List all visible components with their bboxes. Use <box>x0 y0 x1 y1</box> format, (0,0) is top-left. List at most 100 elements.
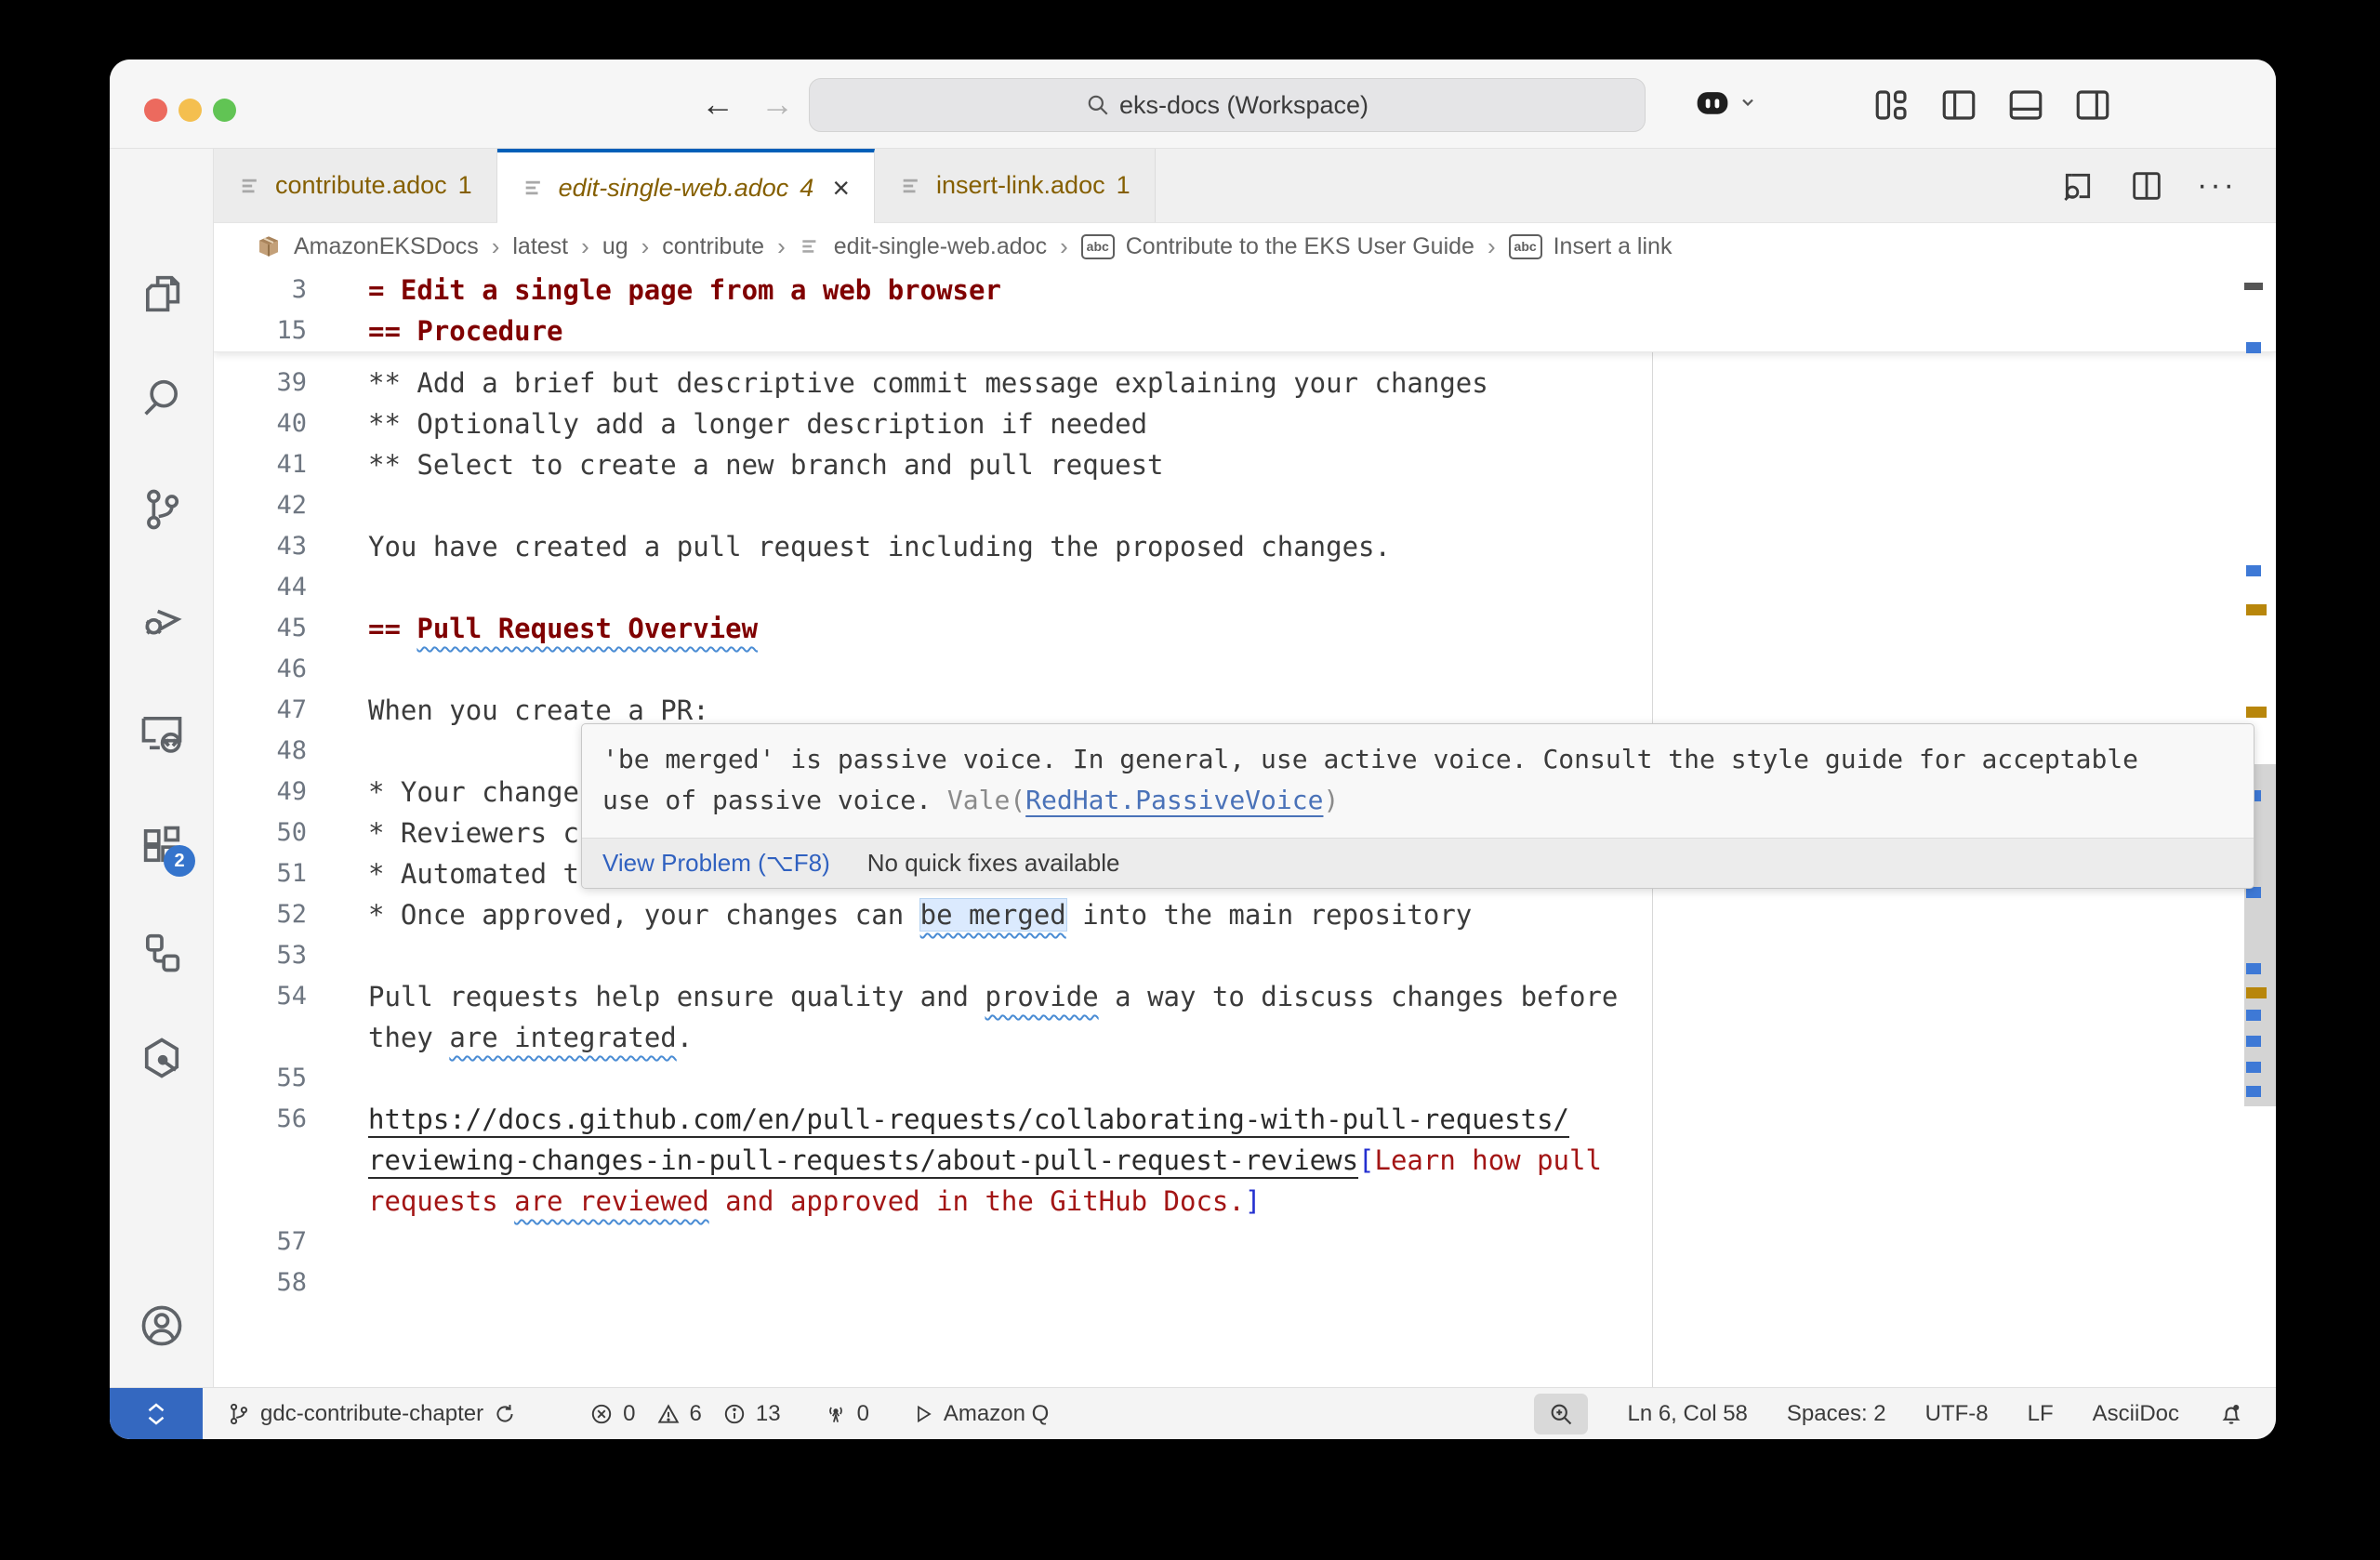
diagnostic-hover-tooltip: 'be merged' is passive voice. In general… <box>581 723 2254 889</box>
extensions-icon[interactable]: 2 <box>138 821 186 869</box>
tab-insert-link-adoc[interactable]: insert-link.adoc 1 <box>875 149 1156 222</box>
code-line[interactable]: 39 ** Add a brief but descriptive commit … <box>214 363 2276 403</box>
breadcrumb-item[interactable]: AmazonEKSDocs <box>294 233 479 260</box>
ports-status-item[interactable]: 0 <box>824 1401 869 1427</box>
vscode-window: ← → eks-docs (Workspace) <box>110 59 2276 1439</box>
breadcrumb-item[interactable]: ug <box>602 233 628 260</box>
breadcrumb-separator: › <box>777 232 786 261</box>
no-quick-fixes-label: No quick fixes available <box>867 849 1120 878</box>
code-line[interactable]: 43You have created a pull request includ… <box>214 526 2276 567</box>
code-segment: a way to discuss changes before <box>1099 981 1619 1012</box>
chevron-down-icon <box>1739 93 1757 112</box>
accounts-icon[interactable] <box>138 1302 186 1350</box>
close-tab-icon[interactable]: × <box>832 171 850 205</box>
navigate-forward-button[interactable]: → <box>760 82 794 126</box>
code-text: == Pull Request Overview <box>368 608 758 649</box>
breadcrumb-separator: › <box>492 232 500 261</box>
toggle-panel-icon[interactable] <box>2006 86 2045 125</box>
code-line[interactable]: 44 <box>214 567 2276 608</box>
notifications-bell-icon[interactable] <box>2218 1401 2244 1427</box>
breadcrumb-item[interactable]: Insert a link <box>1554 233 1673 260</box>
view-problem-action[interactable]: View Problem (⌥F8) <box>602 849 830 878</box>
remote-indicator-button[interactable] <box>110 1388 203 1439</box>
line-number: 48 <box>214 731 307 772</box>
split-editor-icon[interactable] <box>2128 167 2165 205</box>
eol-item[interactable]: LF <box>2028 1401 2054 1427</box>
breadcrumb-item[interactable]: Contribute to the EKS User Guide <box>1126 233 1474 260</box>
code-line[interactable]: 3= Edit a single page from a web browser <box>214 270 2276 311</box>
zoom-status-item[interactable] <box>1534 1394 1588 1434</box>
command-center-search[interactable]: eks-docs (Workspace) <box>809 78 1646 132</box>
editor-pane[interactable]: ~~~~~~~~~~~~~ 39** Add a brief but descr… <box>214 270 2276 1387</box>
tab-edit-single-web-adoc[interactable]: edit-single-web.adoc 4 × <box>497 149 875 223</box>
code-line[interactable]: 55 <box>214 1058 2276 1099</box>
code-line[interactable]: 57 <box>214 1222 2276 1263</box>
breadcrumb-item[interactable]: edit-single-web.adoc <box>834 233 1047 260</box>
encoding-item[interactable]: UTF-8 <box>1925 1401 1989 1427</box>
source-control-icon[interactable] <box>138 485 186 534</box>
sync-icon <box>493 1402 517 1426</box>
open-preview-icon[interactable] <box>2059 167 2096 205</box>
search-view-icon[interactable] <box>138 374 186 422</box>
code-line[interactable]: 45== Pull Request Overview <box>214 608 2276 649</box>
breadcrumb-separator: › <box>581 232 589 261</box>
line-number: 43 <box>214 526 307 567</box>
mac-close-button[interactable] <box>144 99 167 122</box>
copilot-menu[interactable] <box>1692 84 1757 121</box>
code-line[interactable]: 41** Select to create a new branch and p… <box>214 444 2276 485</box>
hover-actions: View Problem (⌥F8) No quick fixes availa… <box>582 838 2254 888</box>
mac-zoom-button[interactable] <box>213 99 236 122</box>
symbol-abc-icon: abc <box>1081 234 1115 259</box>
cursor-position-item[interactable]: Ln 6, Col 58 <box>1627 1401 1747 1427</box>
breadcrumb-item[interactable]: contribute <box>662 233 764 260</box>
code-line[interactable]: 54Pull requests help ensure quality and … <box>214 976 2276 1017</box>
zoom-in-icon <box>1548 1401 1574 1427</box>
code-line[interactable]: 15== Procedure <box>214 311 2276 351</box>
tab-contribute-adoc[interactable]: contribute.adoc 1 <box>214 149 497 222</box>
code-text: ** Add a brief but descriptive commit me… <box>368 363 1488 403</box>
code-line[interactable]: 58 <box>214 1263 2276 1303</box>
navigate-back-button[interactable]: ← <box>701 82 734 126</box>
tab-label: edit-single-web.adoc <box>559 174 789 203</box>
code-line[interactable]: 52* Once approved, your changes can be m… <box>214 894 2276 935</box>
error-count: 0 <box>623 1401 635 1427</box>
toggle-primary-sidebar-icon[interactable] <box>1939 86 1978 125</box>
sticky-scroll[interactable]: 3= Edit a single page from a web browser… <box>214 270 2276 352</box>
line-number <box>214 1181 307 1222</box>
overview-mark <box>2246 1010 2261 1021</box>
more-actions-icon[interactable]: ··· <box>2197 167 2237 204</box>
line-number: 54 <box>214 976 307 1017</box>
customize-layout-icon[interactable] <box>1872 86 1911 125</box>
code-line[interactable]: requests are reviewed and approved in th… <box>214 1181 2276 1222</box>
code-line[interactable]: 53 <box>214 935 2276 976</box>
indentation-item[interactable]: Spaces: 2 <box>1787 1401 1886 1427</box>
code-text: they are integrated. <box>368 1017 693 1058</box>
amazon-q-status-item[interactable]: Amazon Q <box>912 1401 1049 1427</box>
code-line[interactable]: 40** Optionally add a longer description… <box>214 403 2276 444</box>
problems-status-item[interactable]: 0 6 13 <box>589 1401 780 1427</box>
tab-problems-badge: 4 <box>800 174 813 203</box>
code-line[interactable]: 46 <box>214 649 2276 690</box>
line-number: 39 <box>214 363 307 403</box>
code-segment: == Procedure <box>368 315 563 347</box>
explorer-icon[interactable] <box>138 270 186 318</box>
code-line[interactable]: they are integrated. <box>214 1017 2276 1058</box>
line-number: 58 <box>214 1263 307 1303</box>
branch-status-item[interactable]: gdc-contribute-chapter <box>227 1401 517 1427</box>
diagnostic-message-line1: 'be merged' is passive voice. In general… <box>602 739 2233 780</box>
toggle-secondary-sidebar-icon[interactable] <box>2073 86 2112 125</box>
language-mode-item[interactable]: AsciiDoc <box>2093 1401 2179 1427</box>
code-line[interactable]: 56https://docs.github.com/en/pull-reques… <box>214 1099 2276 1140</box>
breadcrumb: AmazonEKSDocs › latest › ug › contribute… <box>214 223 2276 270</box>
run-debug-icon[interactable] <box>138 593 186 641</box>
code-line[interactable]: reviewing-changes-in-pull-requests/about… <box>214 1140 2276 1181</box>
remote-explorer-icon[interactable] <box>138 708 186 757</box>
workspace-title: eks-docs (Workspace) <box>1119 91 1368 120</box>
breadcrumb-item[interactable]: latest <box>512 233 568 260</box>
structure-view-icon[interactable] <box>138 928 186 976</box>
mac-minimize-button[interactable] <box>178 99 202 122</box>
code-line[interactable]: 42 <box>214 485 2276 526</box>
vale-rule-link[interactable]: RedHat.PassiveVoice <box>1025 785 1323 815</box>
code-segment: * Once approved, your changes can <box>368 899 920 931</box>
amazon-q-view-icon[interactable] <box>138 1034 186 1082</box>
